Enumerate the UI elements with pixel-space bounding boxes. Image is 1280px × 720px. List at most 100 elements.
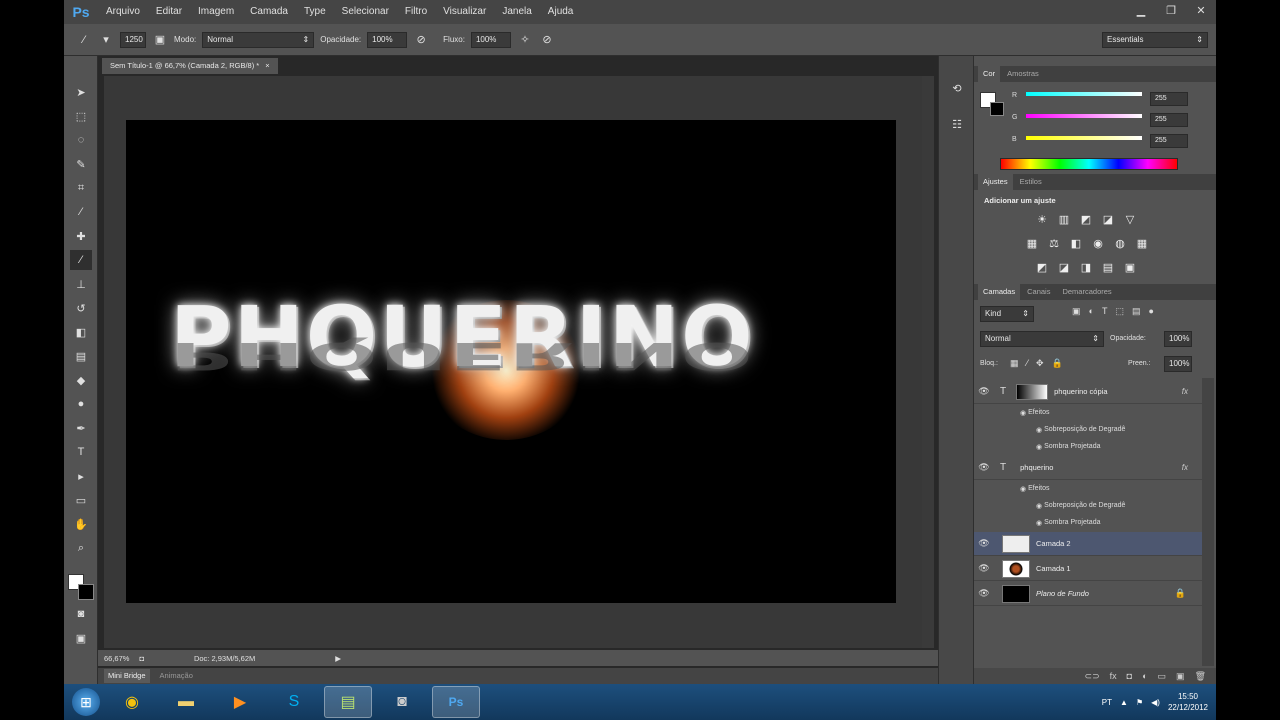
tab-ajustes[interactable]: Ajustes: [978, 174, 1013, 190]
history-brush-tool-icon[interactable]: ↺: [70, 298, 92, 318]
channel-b-value[interactable]: 255: [1150, 134, 1188, 148]
filter-toggle-icon[interactable]: ●: [1148, 306, 1153, 317]
document-tab[interactable]: Sem Título-1 @ 66,7% (Camada 2, RGB/8) *…: [102, 58, 278, 74]
color-spectrum[interactable]: [1000, 158, 1178, 170]
channel-g-value[interactable]: 255: [1150, 113, 1188, 127]
exposure-icon[interactable]: ◪: [1100, 212, 1116, 226]
layer-opacity-input[interactable]: 100%: [1164, 331, 1192, 347]
menu-ajuda[interactable]: Ajuda: [540, 0, 582, 24]
filter-shape-icon[interactable]: ⬚: [1115, 306, 1124, 317]
marquee-tool-icon[interactable]: ⬚: [70, 106, 92, 126]
lock-all-icon[interactable]: 🔒: [1052, 358, 1063, 369]
visibility-eye-icon[interactable]: 👁: [974, 563, 994, 574]
pen-tool-icon[interactable]: ✒: [70, 418, 92, 438]
menu-visualizar[interactable]: Visualizar: [435, 0, 494, 24]
tab-camadas[interactable]: Camadas: [978, 284, 1021, 300]
hue-saturation-icon[interactable]: ▦: [1024, 236, 1040, 250]
visibility-eye-icon[interactable]: 👁: [974, 386, 994, 397]
restore-icon[interactable]: ❐: [1156, 0, 1186, 20]
lock-position-icon[interactable]: ✥: [1036, 358, 1044, 369]
lock-transparency-icon[interactable]: ▦: [1010, 358, 1019, 369]
blur-tool-icon[interactable]: ◆: [70, 370, 92, 390]
new-layer-icon[interactable]: ▣: [1176, 671, 1185, 682]
canvas[interactable]: PHQUERINO PHQUERINO: [126, 120, 896, 603]
slider-g[interactable]: [1026, 114, 1142, 118]
menu-camada[interactable]: Camada: [242, 0, 296, 24]
screen-mode-icon[interactable]: ▣: [70, 628, 92, 648]
slider-r[interactable]: [1026, 92, 1142, 96]
effects-group[interactable]: ◉ Efeitos: [974, 480, 1202, 497]
channel-r-value[interactable]: 255: [1150, 92, 1188, 106]
trash-icon[interactable]: 🗑: [1195, 671, 1206, 682]
layer-row[interactable]: 👁 Camada 1: [974, 557, 1202, 581]
eraser-tool-icon[interactable]: ◧: [70, 322, 92, 342]
clock[interactable]: 15:50 22/12/2012: [1168, 691, 1208, 713]
effect-eye-icon[interactable]: ◉: [1036, 502, 1042, 510]
layer-row[interactable]: 👁 T phquerino cópia fx: [974, 380, 1202, 404]
layer-blend-select[interactable]: Normal ⇕: [980, 331, 1104, 347]
color-bg-swatch[interactable]: [990, 102, 1004, 116]
filter-type-icon[interactable]: T: [1102, 306, 1108, 317]
effect-item[interactable]: ◉ Sobreposição de Degradê: [974, 421, 1202, 438]
visibility-eye-icon[interactable]: 👁: [974, 462, 994, 473]
fx-icon[interactable]: fx: [1110, 671, 1117, 681]
fx-icon[interactable]: fx: [1182, 387, 1188, 396]
layer-row[interactable]: 👁 T phquerino fx: [974, 456, 1202, 480]
airbrush-icon[interactable]: ✧: [517, 32, 533, 48]
type-tool-icon[interactable]: T: [70, 442, 92, 462]
menu-type[interactable]: Type: [296, 0, 334, 24]
vibrance-icon[interactable]: ▽: [1122, 212, 1138, 226]
background-color-swatch[interactable]: [78, 584, 94, 600]
move-tool-icon[interactable]: ➤: [70, 82, 92, 102]
levels-icon[interactable]: ▥: [1056, 212, 1072, 226]
menu-selecionar[interactable]: Selecionar: [334, 0, 397, 24]
layer-filter-kind[interactable]: Kind ⇕: [980, 306, 1034, 322]
filter-adjust-icon[interactable]: ◐: [1089, 306, 1094, 317]
visibility-eye-icon[interactable]: 👁: [974, 588, 994, 599]
brush-preset-chevron-icon[interactable]: ▾: [98, 32, 114, 48]
brush-panel-icon[interactable]: ▣: [152, 32, 168, 48]
flow-input[interactable]: 100%: [470, 31, 511, 48]
tab-demarcadores[interactable]: Demarcadores: [1057, 284, 1116, 300]
language-indicator[interactable]: PT: [1102, 698, 1112, 707]
invert-icon[interactable]: ◩: [1034, 260, 1050, 274]
adjustment-layer-icon[interactable]: ◐: [1142, 671, 1147, 681]
history-icon[interactable]: ⟲: [947, 78, 967, 98]
brush-size-picker[interactable]: 1250: [120, 31, 146, 48]
media-player-taskbar-icon[interactable]: ▶: [216, 686, 264, 718]
brightness-icon[interactable]: ☀: [1034, 212, 1050, 226]
crop-tool-icon[interactable]: ⌗: [70, 178, 92, 198]
skype-taskbar-icon[interactable]: S: [270, 686, 318, 718]
fx-icon[interactable]: fx: [1182, 463, 1188, 472]
hand-tool-icon[interactable]: ✋: [70, 514, 92, 534]
visibility-eye-icon[interactable]: 👁: [974, 538, 994, 549]
tab-amostras[interactable]: Amostras: [1002, 66, 1044, 82]
opacity-input[interactable]: 100%: [367, 31, 408, 48]
tab-cor[interactable]: Cor: [978, 66, 1001, 82]
layer-row-selected[interactable]: 👁 Camada 2: [974, 532, 1202, 556]
layer-fill-input[interactable]: 100%: [1164, 356, 1192, 372]
black-white-icon[interactable]: ◧: [1068, 236, 1084, 250]
threshold-icon[interactable]: ◨: [1078, 260, 1094, 274]
export-icon[interactable]: ◘: [139, 654, 144, 663]
properties-icon[interactable]: ☷: [947, 114, 967, 134]
brush-tool-icon[interactable]: ⁄: [76, 32, 92, 48]
tab-animacao[interactable]: Animação: [156, 669, 197, 683]
menu-imagem[interactable]: Imagem: [190, 0, 242, 24]
link-layers-icon[interactable]: ⊂⊃: [1085, 671, 1100, 682]
menu-janela[interactable]: Janela: [494, 0, 539, 24]
effect-item[interactable]: ◉ Sobreposição de Degradê: [974, 497, 1202, 514]
effects-eye-icon[interactable]: ◉: [1020, 485, 1026, 493]
minimize-icon[interactable]: ▁: [1126, 0, 1156, 20]
effects-group[interactable]: ◉ Efeitos: [974, 404, 1202, 421]
close-icon[interactable]: ×: [265, 58, 269, 74]
pressure-opacity-icon[interactable]: ⊘: [413, 32, 429, 48]
menu-arquivo[interactable]: Arquivo: [98, 0, 148, 24]
add-mask-icon[interactable]: ◘: [1127, 671, 1132, 681]
tab-estilos[interactable]: Estilos: [1015, 174, 1047, 190]
shape-tool-icon[interactable]: ▭: [70, 490, 92, 510]
close-icon[interactable]: ✕: [1186, 0, 1216, 20]
camera-taskbar-icon[interactable]: ◙: [378, 686, 426, 718]
zoom-level[interactable]: 66,67%: [104, 654, 129, 663]
notes-taskbar-icon[interactable]: ▤: [324, 686, 372, 718]
